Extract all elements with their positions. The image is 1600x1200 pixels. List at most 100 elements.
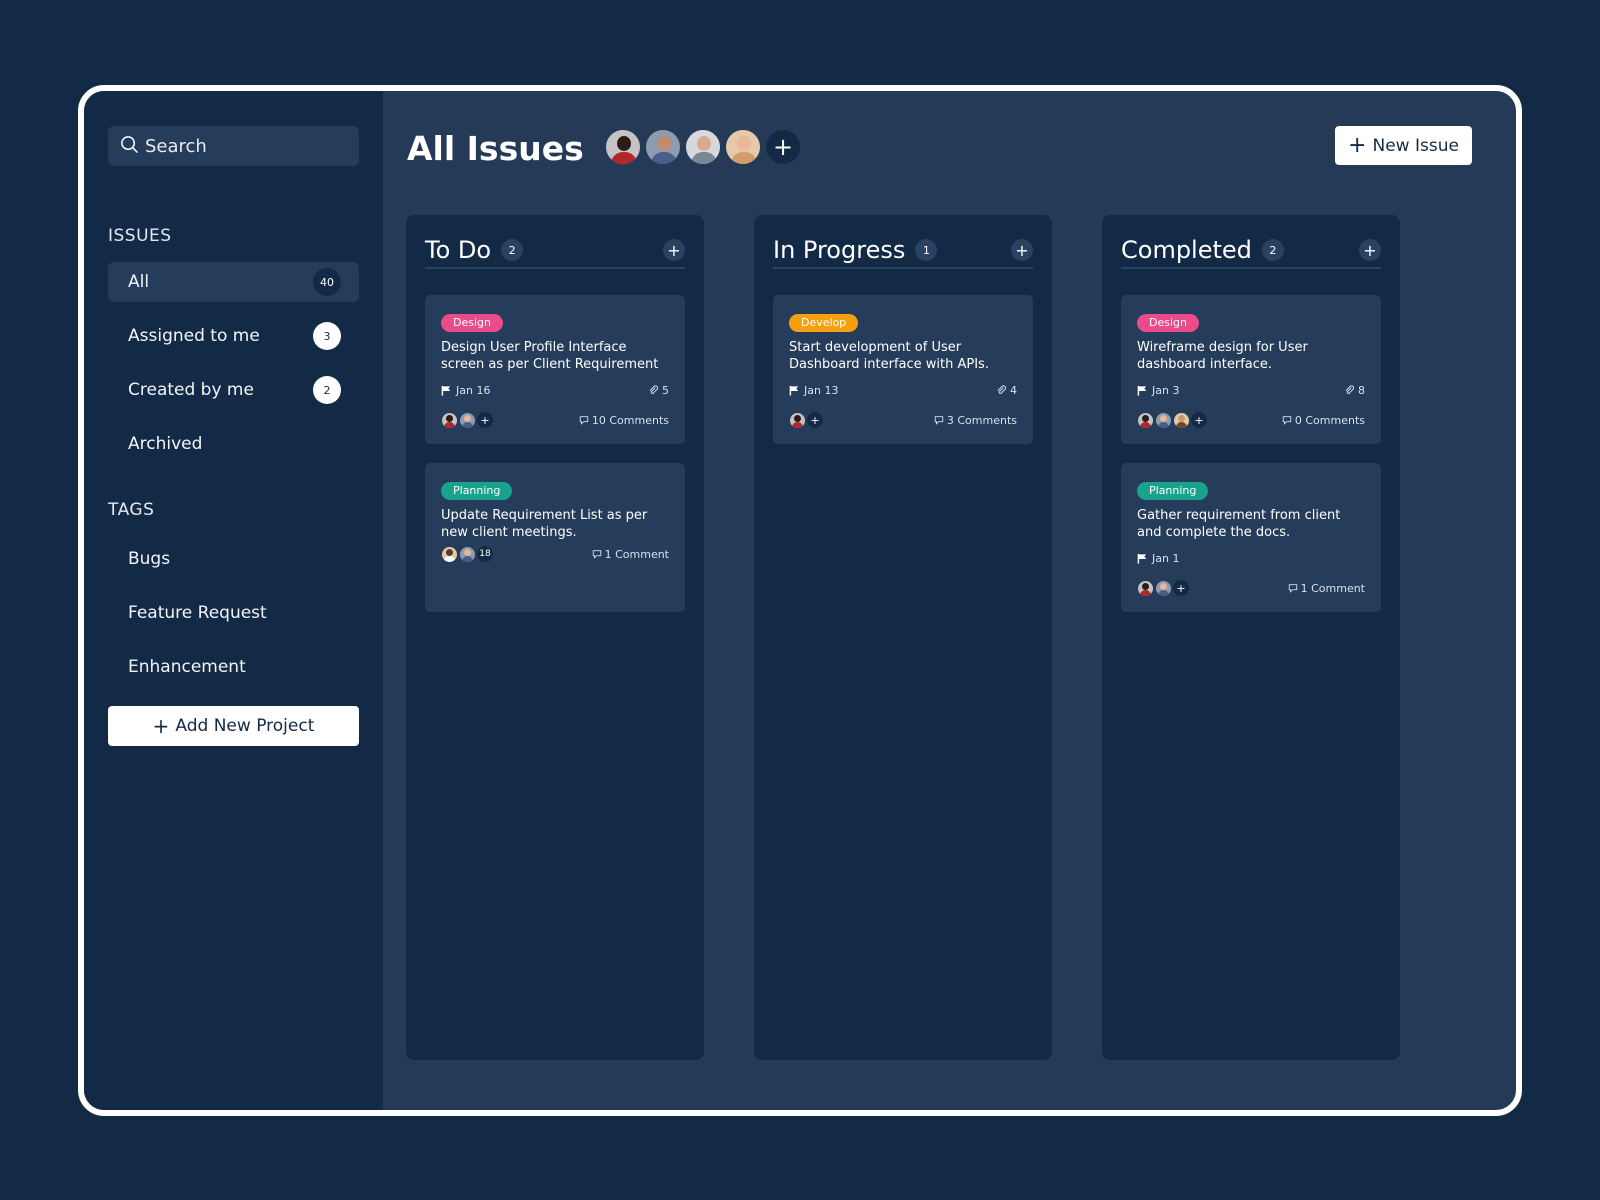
- tag-badge[interactable]: Planning: [441, 482, 513, 500]
- avatar[interactable]: [1137, 579, 1154, 597]
- attachment-count: 8: [1358, 383, 1365, 397]
- comment-count[interactable]: 1 Comment: [1301, 582, 1365, 595]
- app-window: Search ISSUES All 40 Assigned to me 3 Cr…: [78, 85, 1522, 1116]
- plus-icon: +: [1348, 133, 1367, 158]
- tag-badge[interactable]: Design: [1137, 314, 1199, 332]
- column-header: To Do 2 +: [425, 233, 685, 269]
- add-card-button[interactable]: +: [663, 239, 685, 261]
- assignees: 18: [441, 545, 493, 563]
- due-date: Jan 3: [1152, 383, 1180, 397]
- avatar[interactable]: [1155, 579, 1172, 597]
- comment-count[interactable]: 0 Comments: [1295, 414, 1365, 427]
- avatar[interactable]: [604, 128, 642, 166]
- sidebar-item-bugs[interactable]: Bugs: [108, 539, 359, 579]
- avatar[interactable]: [1173, 411, 1190, 429]
- new-issue-button[interactable]: + New Issue: [1335, 126, 1472, 165]
- column-completed: Completed 2 + Design Wireframe design fo…: [1102, 215, 1400, 1060]
- avatar[interactable]: [644, 128, 682, 166]
- card-meta: Jan 16 5: [441, 382, 669, 398]
- attachment-count: 5: [662, 383, 669, 397]
- issue-card[interactable]: Planning Gather requirement from client …: [1121, 463, 1381, 612]
- search-icon: [120, 135, 139, 158]
- card-meta: Jan 3 8: [1137, 382, 1365, 398]
- column-in-progress: In Progress 1 + Develop Start developmen…: [754, 215, 1052, 1060]
- issues-section-label: ISSUES: [108, 226, 172, 246]
- add-assignee-button[interactable]: +: [1173, 580, 1189, 596]
- comment-icon: [579, 416, 589, 425]
- avatar[interactable]: [724, 128, 762, 166]
- sidebar-item-all[interactable]: All 40: [108, 262, 359, 302]
- card-title: Wireframe design for User dashboard inte…: [1137, 340, 1308, 372]
- card-footer: + 0 Comments: [1137, 411, 1365, 429]
- add-assignee-button[interactable]: +: [1191, 412, 1207, 428]
- tag-badge[interactable]: Develop: [789, 314, 859, 332]
- search-placeholder: Search: [145, 135, 207, 157]
- add-member-button[interactable]: +: [764, 128, 802, 166]
- card-footer: + 1 Comment: [1137, 579, 1365, 597]
- sidebar-item-label: Assigned to me: [128, 326, 260, 346]
- card-footer: + 3 Comments: [789, 411, 1017, 429]
- column-title: To Do: [425, 236, 492, 264]
- issue-card[interactable]: Design Design User Profile Interface scr…: [425, 295, 685, 444]
- tags-section-label: TAGS: [108, 500, 155, 520]
- avatar[interactable]: [459, 411, 476, 429]
- page-title: All Issues: [407, 129, 584, 168]
- sidebar-item-label: Created by me: [128, 380, 254, 400]
- issue-card[interactable]: Develop Start development of User Dashbo…: [773, 295, 1033, 444]
- sidebar-item-label: Enhancement: [128, 657, 246, 677]
- add-new-project-button[interactable]: + Add New Project: [108, 706, 359, 746]
- comment-count[interactable]: 3 Comments: [947, 414, 1017, 427]
- column-header: Completed 2 +: [1121, 233, 1381, 269]
- avatar[interactable]: [441, 411, 458, 429]
- comment-icon: [1282, 416, 1292, 425]
- sidebar-item-created-by-me[interactable]: Created by me 2: [108, 370, 359, 410]
- sidebar-item-feature-request[interactable]: Feature Request: [108, 593, 359, 633]
- sidebar-item-archived[interactable]: Archived: [108, 424, 359, 464]
- flag-icon: [441, 385, 451, 396]
- sidebar: Search ISSUES All 40 Assigned to me 3 Cr…: [84, 91, 383, 1110]
- attachment-count: 4: [1010, 383, 1017, 397]
- assignees: +: [1137, 579, 1189, 597]
- sidebar-item-label: All: [128, 272, 150, 292]
- avatar[interactable]: [789, 411, 806, 429]
- column-title: Completed: [1121, 236, 1252, 264]
- tag-badge[interactable]: Design: [441, 314, 503, 332]
- column-title: In Progress: [773, 236, 906, 264]
- tag-badge[interactable]: Planning: [1137, 482, 1209, 500]
- team-avatars: +: [604, 128, 802, 166]
- assignees: +: [1137, 411, 1207, 429]
- sidebar-item-enhancement[interactable]: Enhancement: [108, 647, 359, 687]
- add-card-button[interactable]: +: [1011, 239, 1033, 261]
- comment-icon: [934, 416, 944, 425]
- due-date: Jan 13: [804, 383, 839, 397]
- add-card-button[interactable]: +: [1359, 239, 1381, 261]
- sidebar-item-assigned-to-me[interactable]: Assigned to me 3: [108, 316, 359, 356]
- issue-card[interactable]: Design Wireframe design for User dashboa…: [1121, 295, 1381, 444]
- avatar[interactable]: [1155, 411, 1172, 429]
- avatar[interactable]: [441, 545, 458, 563]
- avatar[interactable]: [459, 545, 476, 563]
- card-title: Update Requirement List as per new clien…: [441, 508, 648, 540]
- card-title: Start development of User Dashboard inte…: [789, 340, 989, 372]
- column-count-badge: 2: [501, 239, 524, 261]
- paperclip-icon: [1345, 385, 1354, 394]
- flag-icon: [1137, 553, 1147, 564]
- due-date: Jan 16: [456, 383, 491, 397]
- avatar[interactable]: [1137, 411, 1154, 429]
- add-assignee-button[interactable]: +: [807, 412, 823, 428]
- due-date: Jan 1: [1152, 551, 1180, 565]
- comment-count[interactable]: 1 Comment: [605, 548, 669, 561]
- assignee-overflow-count[interactable]: 18: [477, 546, 493, 562]
- assignees: +: [789, 411, 823, 429]
- card-footer: 18 1 Comment: [441, 545, 669, 563]
- paperclip-icon: [649, 385, 658, 394]
- sidebar-item-label: Archived: [128, 434, 203, 454]
- comment-count[interactable]: 10 Comments: [592, 414, 669, 427]
- issue-card[interactable]: Planning Update Requirement List as per …: [425, 463, 685, 612]
- comment-icon: [592, 550, 601, 559]
- add-assignee-button[interactable]: +: [477, 412, 493, 428]
- avatar[interactable]: [684, 128, 722, 166]
- count-badge: 3: [313, 322, 341, 350]
- search-input[interactable]: Search: [108, 126, 359, 166]
- flag-icon: [789, 385, 799, 396]
